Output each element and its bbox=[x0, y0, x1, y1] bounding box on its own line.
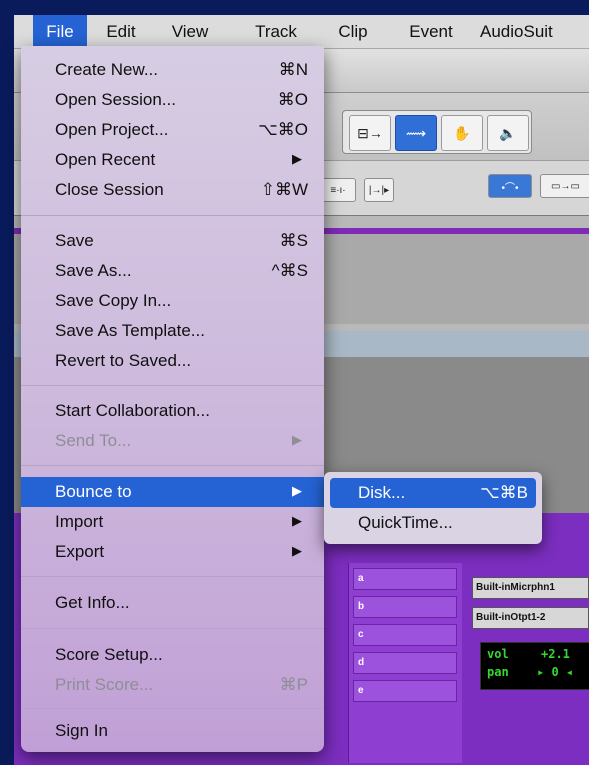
pan-label: pan bbox=[487, 665, 509, 679]
menu-item-label: Start Collaboration... bbox=[55, 401, 210, 420]
insert-slot-e[interactable]: e bbox=[353, 680, 457, 702]
insert-slot-b[interactable]: b bbox=[353, 596, 457, 618]
menu-clip[interactable]: Clip bbox=[328, 15, 378, 48]
menu-item-label: Get Info... bbox=[55, 593, 130, 612]
menu-separator bbox=[21, 215, 324, 216]
menu-item-label: Sign In bbox=[55, 721, 108, 740]
zoom-toggle-icon[interactable]: ⊟→ bbox=[349, 115, 391, 151]
menu-item-label: Bounce to bbox=[55, 482, 132, 501]
menu-item-label: Save As... bbox=[55, 261, 132, 280]
menu-item-label: Save Copy In... bbox=[55, 291, 172, 310]
bounce-to-submenu: Disk... ⌥⌘B QuickTime... bbox=[324, 472, 542, 544]
link-timeline-button[interactable]: ≡·ı· bbox=[320, 178, 356, 202]
menu-item-save-as[interactable]: Save As... ^⌘S bbox=[21, 256, 324, 286]
menu-item-label: Save bbox=[55, 231, 94, 250]
menu-item-open-project[interactable]: Open Project... ⌥⌘O bbox=[21, 115, 324, 145]
pan-value: ▸ 0 ◂ bbox=[537, 665, 574, 679]
menu-separator bbox=[21, 628, 324, 629]
menu-item-label: Close Session bbox=[55, 180, 164, 199]
menu-item-import[interactable]: Import ▶ bbox=[21, 507, 324, 537]
menu-item-bounce-to[interactable]: Bounce to ▶ bbox=[21, 477, 324, 507]
file-menu-dropdown: Create New... ⌘N Open Session... ⌘O Open… bbox=[21, 46, 324, 752]
menu-item-label: Send To... bbox=[55, 431, 132, 450]
submenu-item-label: QuickTime... bbox=[358, 513, 453, 532]
menu-item-send-to: Send To... ▶ bbox=[21, 426, 324, 456]
tab-to-transients-button[interactable]: |→|▸ bbox=[364, 178, 394, 202]
menu-item-shortcut: ⌥⌘O bbox=[258, 120, 308, 139]
menu-item-shortcut: ^⌘S bbox=[271, 261, 308, 280]
menu-item-label: Create New... bbox=[55, 60, 158, 79]
automation-follows-edit-button[interactable]: •⌒• bbox=[488, 174, 532, 198]
menu-item-label: Save As Template... bbox=[55, 321, 205, 340]
menu-audiosuite[interactable]: AudioSuit bbox=[480, 15, 589, 48]
menu-bar: File Edit View Track Clip Event AudioSui… bbox=[14, 15, 589, 49]
menu-item-revert-to-saved[interactable]: Revert to Saved... bbox=[21, 346, 324, 376]
menu-item-label: Open Session... bbox=[55, 90, 176, 109]
menu-item-open-session[interactable]: Open Session... ⌘O bbox=[21, 85, 324, 115]
insert-slot-a[interactable]: a bbox=[353, 568, 457, 590]
grabber-hand-icon[interactable]: ✋ bbox=[441, 115, 483, 151]
menu-item-label: Export bbox=[55, 542, 105, 561]
trim-tool-icon[interactable]: ⟿ bbox=[395, 115, 437, 151]
menu-event[interactable]: Event bbox=[397, 15, 465, 48]
menu-separator bbox=[21, 465, 324, 466]
menu-file[interactable]: File bbox=[33, 15, 87, 48]
inserts-column: a b c d e bbox=[348, 563, 462, 763]
vol-label: vol bbox=[487, 647, 509, 661]
menu-item-save-copy-in[interactable]: Save Copy In... bbox=[21, 286, 324, 316]
menu-item-label: Print Score... bbox=[55, 675, 154, 694]
submenu-item-disk[interactable]: Disk... ⌥⌘B bbox=[330, 478, 536, 508]
menu-item-sign-in[interactable]: Sign In bbox=[21, 716, 324, 746]
submenu-arrow-icon: ▶ bbox=[292, 432, 302, 447]
submenu-arrow-icon: ▶ bbox=[292, 151, 302, 166]
menu-item-shortcut: ⌘O bbox=[277, 90, 308, 109]
menu-separator bbox=[21, 385, 324, 386]
menu-item-create-new[interactable]: Create New... ⌘N bbox=[21, 55, 324, 85]
menu-item-start-collaboration[interactable]: Start Collaboration... bbox=[21, 396, 324, 426]
edit-tool-cluster: ⊟→ ⟿ ✋ 🔈 bbox=[342, 110, 532, 154]
insert-slot-c[interactable]: c bbox=[353, 624, 457, 646]
menu-item-label: Revert to Saved... bbox=[55, 351, 192, 370]
insert-slot-d[interactable]: d bbox=[353, 652, 457, 674]
vol-pan-display: vol +2.1 pan ▸ 0 ◂ bbox=[480, 642, 589, 690]
track-input-selector[interactable]: Built-inMicrphn1 bbox=[472, 577, 589, 599]
menu-edit[interactable]: Edit bbox=[95, 15, 147, 48]
submenu-item-quicktime[interactable]: QuickTime... bbox=[330, 508, 536, 538]
menu-track[interactable]: Track bbox=[242, 15, 310, 48]
menu-item-close-session[interactable]: Close Session ⇧⌘W bbox=[21, 175, 324, 205]
submenu-item-label: Disk... bbox=[358, 483, 406, 502]
menu-item-save[interactable]: Save ⌘S bbox=[21, 226, 324, 256]
menu-item-score-setup[interactable]: Score Setup... bbox=[21, 640, 324, 670]
menu-item-label: Score Setup... bbox=[55, 645, 163, 664]
menu-item-shortcut: ⌘S bbox=[279, 231, 308, 250]
submenu-arrow-icon: ▶ bbox=[292, 543, 302, 558]
speaker-icon[interactable]: 🔈 bbox=[487, 115, 529, 151]
menu-item-print-score: Print Score... ⌘P bbox=[21, 670, 324, 700]
menu-item-export[interactable]: Export ▶ bbox=[21, 537, 324, 567]
menu-item-label: Open Recent bbox=[55, 150, 156, 169]
submenu-arrow-icon: ▶ bbox=[292, 513, 302, 528]
menu-item-save-as-template[interactable]: Save As Template... bbox=[21, 316, 324, 346]
submenu-arrow-icon: ▶ bbox=[292, 483, 302, 498]
menu-item-shortcut: ⇧⌘W bbox=[260, 180, 308, 199]
menu-view[interactable]: View bbox=[160, 15, 220, 48]
menu-item-get-info[interactable]: Get Info... bbox=[21, 588, 324, 618]
submenu-item-shortcut: ⌥⌘B bbox=[480, 483, 528, 502]
menu-item-label: Import bbox=[55, 512, 104, 531]
menu-item-open-recent[interactable]: Open Recent ▶ bbox=[21, 145, 324, 175]
vol-value: +2.1 bbox=[541, 647, 570, 661]
track-output-selector[interactable]: Built-inOtpt1-2 bbox=[472, 607, 589, 629]
menu-item-shortcut: ⌘N bbox=[278, 60, 308, 79]
menu-separator bbox=[21, 708, 324, 709]
insertion-follows-button[interactable]: ▭→▭ bbox=[540, 174, 589, 198]
menu-item-shortcut: ⌘P bbox=[279, 675, 308, 694]
menu-item-label: Open Project... bbox=[55, 120, 169, 139]
menu-separator bbox=[21, 576, 324, 577]
